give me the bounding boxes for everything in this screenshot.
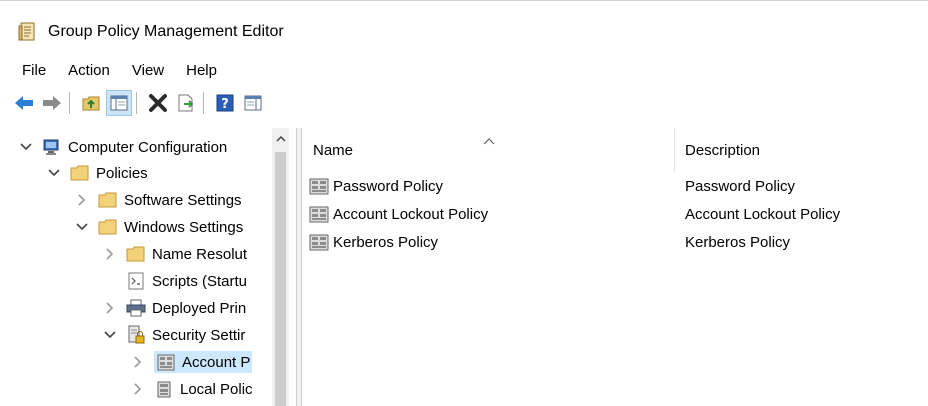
details-list: Name Description Password Policy Passwor… xyxy=(303,128,928,406)
chevron-down-icon[interactable] xyxy=(102,327,118,343)
tree-item-policies[interactable]: Policies xyxy=(46,160,148,186)
menu-help[interactable]: Help xyxy=(175,62,228,79)
toolbar-separator xyxy=(136,92,137,114)
column-header-name[interactable]: Name xyxy=(313,128,353,172)
tree-item-label: Scripts (Startu xyxy=(152,272,248,290)
chevron-right-icon[interactable] xyxy=(74,192,90,208)
menu-action[interactable]: Action xyxy=(57,62,121,79)
delete-button[interactable] xyxy=(146,91,170,115)
tree-selection-highlight: Account P xyxy=(154,351,253,373)
script-icon xyxy=(126,271,146,291)
list-item-account-lockout-policy[interactable]: Account Lockout Policy xyxy=(309,200,488,228)
tree-item-label: Security Settir xyxy=(152,326,246,344)
show-hide-console-tree-button[interactable] xyxy=(106,90,132,116)
folder-icon xyxy=(98,190,118,210)
tree-vertical-scrollbar[interactable] xyxy=(272,128,289,406)
forward-arrow-icon xyxy=(43,96,61,110)
list-item-description: Password Policy xyxy=(685,177,796,195)
tree-item-local-policies[interactable]: Local Polic xyxy=(130,376,253,402)
window-title: Group Policy Management Editor xyxy=(48,23,284,40)
gpme-app-icon xyxy=(16,21,38,43)
export-list-icon xyxy=(178,94,194,112)
tree-item-scripts[interactable]: Scripts (Startu xyxy=(126,268,247,294)
list-item-name: Kerberos Policy xyxy=(333,233,439,251)
chevron-right-icon[interactable] xyxy=(130,354,146,370)
folder-up-icon xyxy=(82,96,100,111)
tree-item-label: Local Polic xyxy=(180,380,253,398)
policy-icon xyxy=(156,352,176,372)
chevron-right-icon[interactable] xyxy=(102,246,118,262)
tree-item-label: Name Resolut xyxy=(152,245,248,263)
tree-item-computer-configuration[interactable]: Computer Configuration xyxy=(18,134,227,160)
back-button[interactable] xyxy=(12,91,36,115)
action-pane-icon xyxy=(244,95,262,111)
chevron-down-icon[interactable] xyxy=(74,219,90,235)
security-settings-icon xyxy=(126,325,146,345)
tree-item-label: Account P xyxy=(182,353,251,371)
list-item-name: Password Policy xyxy=(333,177,444,195)
menu-file[interactable]: File xyxy=(0,62,57,79)
policy-icon xyxy=(309,232,329,252)
tree-item-label: Windows Settings xyxy=(124,218,244,236)
toolbar: ? xyxy=(0,88,928,118)
folder-icon xyxy=(70,163,90,183)
delete-x-icon xyxy=(149,94,167,112)
tree-item-label: Software Settings xyxy=(124,191,242,209)
list-item-name: Account Lockout Policy xyxy=(333,205,489,223)
console-tree: Computer Configuration Policies Software… xyxy=(0,128,296,406)
policy-icon xyxy=(309,204,329,224)
help-icon: ? xyxy=(216,94,234,112)
computer-config-icon xyxy=(42,137,62,157)
tree-item-account-policies[interactable]: Account P xyxy=(130,349,253,375)
tree-item-name-resolution[interactable]: Name Resolut xyxy=(102,241,247,267)
back-arrow-icon xyxy=(15,96,33,110)
tree-item-label: Deployed Prin xyxy=(152,299,247,317)
menu-bar: File Action View Help xyxy=(0,56,928,84)
tree-item-label: Computer Configuration xyxy=(68,138,228,156)
policy-icon xyxy=(309,176,329,196)
column-header-description[interactable]: Description xyxy=(685,128,760,172)
tree-item-label: Policies xyxy=(96,164,148,182)
export-list-button[interactable] xyxy=(174,91,198,115)
list-item-description: Account Lockout Policy xyxy=(685,205,841,223)
window-top-border xyxy=(0,0,928,1)
svg-text:?: ? xyxy=(221,97,229,112)
help-button[interactable]: ? xyxy=(213,91,237,115)
pane-splitter[interactable] xyxy=(296,128,302,406)
chevron-right-icon[interactable] xyxy=(102,300,118,316)
chevron-down-icon[interactable] xyxy=(18,139,34,155)
up-one-level-button[interactable] xyxy=(79,91,103,115)
show-hide-action-pane-button[interactable] xyxy=(241,91,265,115)
printer-icon xyxy=(126,298,146,318)
menu-view[interactable]: View xyxy=(121,62,175,79)
scroll-up-arrow-icon[interactable] xyxy=(272,130,289,147)
chevron-right-icon[interactable] xyxy=(130,381,146,397)
folder-icon xyxy=(126,244,146,264)
folder-icon xyxy=(98,217,118,237)
tree-item-security-settings[interactable]: Security Settir xyxy=(102,322,245,348)
scrollbar-thumb[interactable] xyxy=(275,152,286,406)
sort-ascending-icon xyxy=(483,132,495,149)
title-bar: Group Policy Management Editor xyxy=(0,14,928,50)
policy-icon xyxy=(154,379,174,399)
forward-button[interactable] xyxy=(40,91,64,115)
tree-item-windows-settings[interactable]: Windows Settings xyxy=(74,214,243,240)
chevron-down-icon[interactable] xyxy=(46,165,62,181)
list-item-password-policy[interactable]: Password Policy xyxy=(309,172,443,200)
console-tree-icon xyxy=(110,95,128,111)
tree-item-software-settings[interactable]: Software Settings xyxy=(74,187,242,213)
column-separator[interactable] xyxy=(674,128,675,172)
tree-item-deployed-printers[interactable]: Deployed Prin xyxy=(102,295,246,321)
toolbar-separator xyxy=(203,92,204,114)
list-item-description: Kerberos Policy xyxy=(685,233,791,251)
toolbar-separator xyxy=(69,92,70,114)
list-item-kerberos-policy[interactable]: Kerberos Policy xyxy=(309,228,438,256)
